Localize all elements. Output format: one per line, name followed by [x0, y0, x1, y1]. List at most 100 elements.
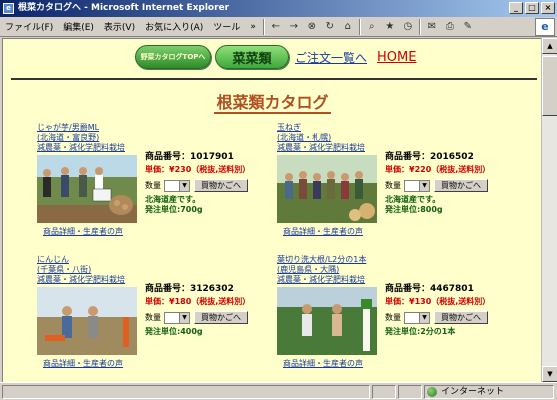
daikon-farmers-photo: [277, 287, 377, 355]
order-unit: 発注単位:400g: [145, 327, 203, 336]
history-icon[interactable]: ◷: [399, 19, 417, 35]
quantity-select[interactable]: ▼: [404, 311, 430, 324]
chevron-down-icon: ▼: [419, 180, 429, 191]
toolbar-separator: [358, 18, 361, 35]
quantity-label: 数量: [145, 181, 161, 190]
scroll-down-arrow-icon[interactable]: ▼: [542, 366, 557, 382]
quantity-row: 数量 ▼ 買物かごへ: [145, 179, 291, 192]
product-detail-link[interactable]: 商品詳細・生産者の声: [43, 226, 123, 237]
product-info: 商品番号：3126302 単価：¥180（税抜,送料別） 数量 ▼ 買物かごへ …: [145, 281, 291, 337]
edit-icon[interactable]: ✎: [459, 19, 477, 35]
scroll-up-arrow-icon[interactable]: ▲: [542, 38, 557, 54]
product-links: じゃが芋/男爵ML (北海道・富良野) 減農薬・減化学肥料栽培: [37, 123, 147, 153]
product-farming-link[interactable]: 減農薬・減化学肥料栽培: [277, 275, 387, 285]
product-name-link[interactable]: じゃが芋/男爵ML: [37, 123, 147, 133]
menu-edit[interactable]: 編集(E): [58, 20, 99, 33]
quantity-row: 数量 ▼ 買物かごへ: [385, 311, 531, 324]
minimize-button[interactable]: _: [509, 2, 523, 14]
product-region-link[interactable]: (鹿児島県・大隅): [277, 265, 387, 275]
mail-icon[interactable]: ✉: [423, 19, 441, 35]
catalog-top-button[interactable]: 野菜カタログTOPへ: [135, 45, 211, 69]
order-unit: 発注単位:2分の1本: [385, 327, 456, 336]
globe-icon: [427, 386, 437, 397]
page-content: 野菜カタログTOPへ 菜菜類 ご注文一覧へ HOME 根菜類カタログ じゃが芋/…: [2, 38, 541, 382]
menu-more-chevron-icon[interactable]: »: [245, 22, 261, 32]
forward-arrow-icon[interactable]: →: [285, 19, 303, 35]
scrollbar-thumb[interactable]: [542, 56, 557, 116]
quantity-label: 数量: [145, 313, 161, 322]
product-number: 商品番号：2016502: [385, 152, 474, 162]
product-detail-link[interactable]: 商品詳細・生産者の声: [43, 358, 123, 369]
order-list-link[interactable]: ご注文一覧へ: [295, 49, 367, 66]
order-unit: 発注単位:800g: [385, 205, 443, 214]
product-name-link[interactable]: 葉切り洗大根/L2分の1本: [277, 255, 387, 265]
product-detail-link[interactable]: 商品詳細・生産者の声: [283, 358, 363, 369]
product-number: 商品番号：3126302: [145, 284, 234, 294]
product-card: 玉ねぎ (北海道・札幌) 減農薬・減化学肥料栽培 商品詳細・生産者の声 商品番号…: [277, 123, 529, 243]
product-number: 商品番号：1017901: [145, 152, 234, 162]
window-controls: _ □ ×: [509, 2, 555, 14]
stop-icon[interactable]: ⊗: [303, 19, 321, 35]
quantity-label: 数量: [385, 181, 401, 190]
product-detail-link[interactable]: 商品詳細・生産者の声: [283, 226, 363, 237]
product-price: 単価：¥230（税抜,送料別）: [145, 165, 251, 174]
quantity-row: 数量 ▼ 買物かごへ: [145, 311, 291, 324]
add-to-cart-button[interactable]: 買物かごへ: [434, 311, 488, 324]
back-arrow-icon[interactable]: ←: [267, 19, 285, 35]
product-region-link[interactable]: (北海道・富良野): [37, 133, 147, 143]
refresh-icon[interactable]: ↻: [321, 19, 339, 35]
maximize-button[interactable]: □: [525, 2, 539, 14]
product-name-link[interactable]: にんじん: [37, 255, 147, 265]
product-info: 商品番号：4467801 単価：¥130（税抜,送料別） 数量 ▼ 買物かごへ …: [385, 281, 531, 337]
product-region-link[interactable]: (千葉県・八街): [37, 265, 147, 275]
product-card: にんじん (千葉県・八街) 減農薬・減化学肥料栽培 商品詳細・生産者の声 商品番…: [37, 255, 289, 375]
zone-label: インターネット: [441, 386, 505, 397]
toolbar-separator: [262, 18, 265, 35]
carrot-farmers-photo: [37, 287, 137, 355]
menu-favorites[interactable]: お気に入り(A): [140, 20, 208, 33]
title-bar: e 根菜カタログへ - Microsoft Internet Explorer …: [0, 0, 557, 17]
chevron-down-icon: ▼: [179, 312, 189, 323]
toolbar-separator: [418, 18, 421, 35]
favorites-star-icon[interactable]: ★: [381, 19, 399, 35]
menu-file[interactable]: ファイル(F): [0, 20, 58, 33]
quantity-select[interactable]: ▼: [164, 311, 190, 324]
quantity-select[interactable]: ▼: [164, 179, 190, 192]
potato-farmers-photo: [37, 155, 137, 223]
print-icon[interactable]: ⎙: [441, 19, 459, 35]
add-to-cart-button[interactable]: 買物かごへ: [434, 179, 488, 192]
root-vegetable-button[interactable]: 菜菜類: [215, 45, 289, 69]
product-price: 単価：¥220（税抜,送料別）: [385, 165, 491, 174]
search-icon[interactable]: ⌕: [363, 19, 381, 35]
onion-farmers-photo: [277, 155, 377, 223]
status-bar: インターネット: [0, 382, 557, 400]
divider: [11, 78, 537, 80]
quantity-row: 数量 ▼ 買物かごへ: [385, 179, 531, 192]
product-farming-link[interactable]: 減農薬・減化学肥料栽培: [37, 143, 147, 153]
status-progress: [372, 384, 396, 399]
product-price: 単価：¥180（税抜,送料別）: [145, 297, 251, 306]
add-to-cart-button[interactable]: 買物かごへ: [194, 311, 248, 324]
ie-app-icon: e: [3, 3, 14, 14]
add-to-cart-button[interactable]: 買物かごへ: [194, 179, 248, 192]
home-icon[interactable]: ⌂: [339, 19, 357, 35]
product-price: 単価：¥130（税抜,送料別）: [385, 297, 491, 306]
product-name-link[interactable]: 玉ねぎ: [277, 123, 387, 133]
product-links: 玉ねぎ (北海道・札幌) 減農薬・減化学肥料栽培: [277, 123, 387, 153]
menu-tools[interactable]: ツール: [208, 20, 245, 33]
product-card: 葉切り洗大根/L2分の1本 (鹿児島県・大隅) 減農薬・減化学肥料栽培 商品詳細…: [277, 255, 529, 375]
product-farming-link[interactable]: 減農薬・減化学肥料栽培: [37, 275, 147, 285]
home-link[interactable]: HOME: [377, 50, 416, 65]
product-origin: 北海道産です。: [385, 195, 441, 204]
product-region-link[interactable]: (北海道・札幌): [277, 133, 387, 143]
product-farming-link[interactable]: 減農薬・減化学肥料栽培: [277, 143, 387, 153]
menu-view[interactable]: 表示(V): [99, 20, 140, 33]
vertical-scrollbar[interactable]: ▲ ▼: [541, 38, 557, 382]
product-links: 葉切り洗大根/L2分の1本 (鹿児島県・大隅) 減農薬・減化学肥料栽培: [277, 255, 387, 285]
quantity-select[interactable]: ▼: [404, 179, 430, 192]
order-unit: 発注単位:700g: [145, 205, 203, 214]
security-zone: インターネット: [424, 384, 554, 399]
status-text: [2, 384, 370, 399]
window-title: 根菜カタログへ - Microsoft Internet Explorer: [18, 3, 230, 13]
close-button[interactable]: ×: [541, 2, 555, 14]
